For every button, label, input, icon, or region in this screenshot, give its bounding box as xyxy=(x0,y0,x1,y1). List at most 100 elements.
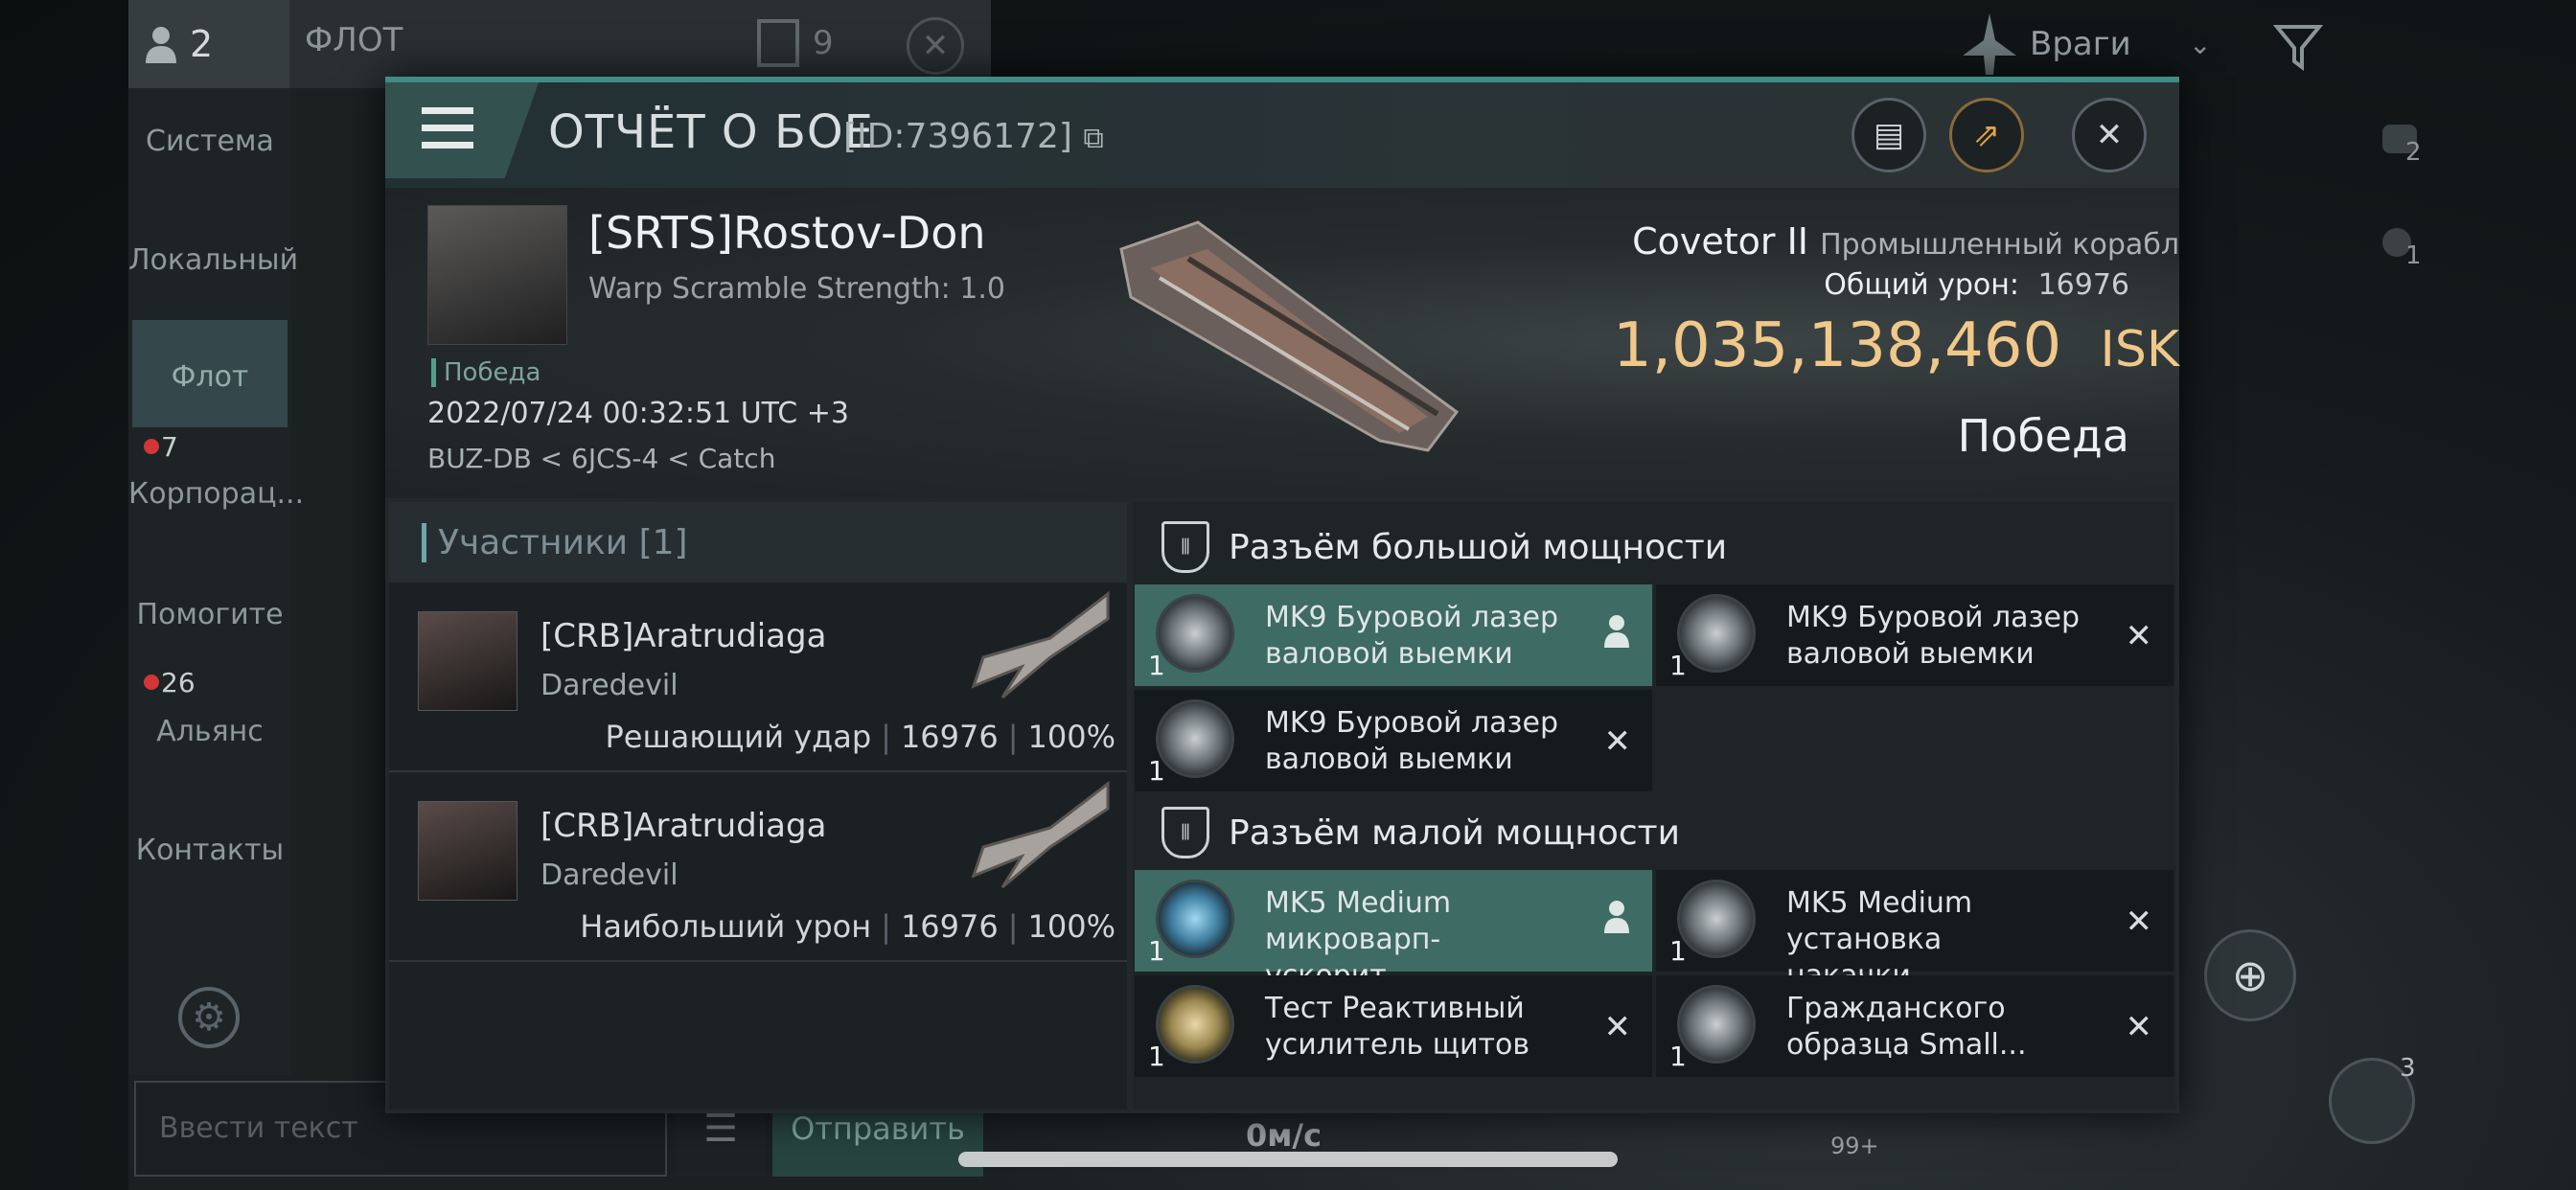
channel-alliance[interactable]: Альянс xyxy=(128,715,291,748)
module-quantity: 1 xyxy=(1148,1041,1165,1072)
document-icon xyxy=(757,19,799,67)
ship-name[interactable]: Covetor II xyxy=(1632,220,1808,263)
shield-extender-icon xyxy=(1677,985,1756,1064)
participant-percent: 100% xyxy=(1027,908,1116,945)
unread-dot xyxy=(144,675,159,690)
chevron-down-icon[interactable]: ⌄ xyxy=(2189,29,2211,60)
channel-local[interactable]: Локальный xyxy=(128,243,298,277)
channel-contacts[interactable]: Контакты xyxy=(128,834,291,867)
victim-portrait[interactable] xyxy=(427,205,567,345)
isk-value: 1,035,138,460 ISK xyxy=(1613,310,2179,381)
module-slot[interactable]: 1 MK5 Medium установка накачки... ✕ xyxy=(1656,870,2174,993)
ship-icon xyxy=(1961,11,2018,79)
module-slot[interactable]: 1 MK5 Medium микроварп-ускорит.... xyxy=(1135,870,1652,993)
total-damage-value: 16976 xyxy=(2037,268,2129,302)
channel-corporation[interactable]: Корпорац... xyxy=(128,477,304,511)
participant-percent: 100% xyxy=(1027,719,1116,755)
report-id[interactable]: [ID:7396172] ⧉ xyxy=(843,117,1104,156)
daredevil-ship-icon xyxy=(964,780,1117,895)
settings-gear-icon[interactable]: ⚙ xyxy=(178,987,240,1048)
participant-portrait[interactable] xyxy=(418,611,518,711)
fleet-members[interactable]: 9 xyxy=(757,19,834,67)
low-slot-header: ⫴ Разъём малой мощности xyxy=(1133,793,1680,872)
close-icon[interactable]: ✕ xyxy=(2072,98,2147,172)
report-id-text: [ID:7396172] xyxy=(843,117,1072,156)
high-slot-title: Разъём большой мощности xyxy=(1229,527,1728,567)
destroyed-x-icon: ✕ xyxy=(1603,1008,1632,1046)
participant-name[interactable]: [CRB]Aratrudiaga xyxy=(540,617,826,655)
dropped-person-icon xyxy=(1602,899,1631,937)
total-damage-label: Общий урон: xyxy=(1824,268,2020,302)
module-quantity: 1 xyxy=(1148,650,1165,681)
module-slot[interactable]: 1 Тест Реактивный усилитель щитов ✕ xyxy=(1135,975,1652,1077)
fleet-label: ФЛОТ xyxy=(305,21,403,59)
fleet-count-box[interactable]: 2 xyxy=(128,0,289,88)
participant-stats: Наибольший урон | 16976 | 100% xyxy=(580,908,1116,945)
participant-ship: Daredevil xyxy=(540,669,678,702)
daredevil-ship-icon xyxy=(964,590,1117,705)
module-quantity: 1 xyxy=(1148,935,1165,967)
destroyed-x-icon: ✕ xyxy=(1603,722,1632,761)
mining-laser-icon xyxy=(1677,594,1756,673)
channel-help[interactable]: Помогите xyxy=(128,598,291,631)
corp-badge: 7 xyxy=(161,431,178,463)
participants-title: Участники [1] xyxy=(422,523,688,562)
participant-row[interactable]: [CRB]Aratrudiaga Daredevil Решающий удар… xyxy=(389,584,1127,772)
module-name: Тест Реактивный усилитель щитов xyxy=(1265,992,1530,1062)
channel-system[interactable]: Система xyxy=(128,125,291,158)
warp-scramble-strength: Warp Scramble Strength: 1.0 xyxy=(588,272,1006,306)
participant-role: Наибольший урон xyxy=(580,908,872,945)
participant-row[interactable]: [CRB]Aratrudiaga Daredevil Наибольший ур… xyxy=(389,774,1127,962)
channel-list xyxy=(128,88,291,1075)
hamburger-icon xyxy=(422,107,473,159)
mining-laser-icon xyxy=(1156,594,1234,673)
enemies-filter-label[interactable]: Враги xyxy=(2030,25,2131,63)
high-slot-header: ⫴ Разъём большой мощности xyxy=(1133,508,1727,586)
isk-unit: ISK xyxy=(2100,321,2179,378)
module-slot[interactable]: 1 MK9 Буровой лазер валовой выемки ✕ xyxy=(1135,690,1652,791)
filter-icon[interactable] xyxy=(2271,19,2325,73)
battle-result: Победа xyxy=(1957,410,2129,462)
module-slot[interactable]: 1 MK9 Буровой лазер валовой выемки ✕ xyxy=(1656,584,2174,686)
cargo-count: 99+ xyxy=(1830,1133,1879,1159)
low-slot-icon: ⫴ xyxy=(1162,807,1209,858)
kill-date: 2022/07/24 00:32:51 UTC +3 xyxy=(427,397,849,430)
overview-count: 2 xyxy=(2405,138,2422,167)
fleet-count: 2 xyxy=(190,23,214,65)
module-quantity: 1 xyxy=(1669,1041,1687,1072)
participant-name[interactable]: [CRB]Aratrudiaga xyxy=(540,807,826,845)
shield-extender-icon xyxy=(1677,880,1756,958)
low-slot-title: Разъём малой мощности xyxy=(1229,812,1681,853)
person-icon xyxy=(146,27,176,63)
module-name: MK9 Буровой лазер валовой выемки xyxy=(1786,601,2080,671)
speed-readout: 0м/с xyxy=(1246,1117,1322,1154)
ship-info: Covetor II Промышленный корабл xyxy=(1632,220,2179,263)
chat-close-icon[interactable]: ✕ xyxy=(907,17,964,75)
participants-count: [1] xyxy=(638,523,688,562)
module-quantity: 1 xyxy=(1669,935,1687,967)
module-name: MK9 Буровой лазер валовой выемки xyxy=(1265,706,1558,776)
victim-name[interactable]: [SRTS]Rostov-Don xyxy=(588,207,986,259)
turret-count: 3 xyxy=(2400,1054,2416,1083)
participant-stats: Решающий удар | 16976 | 100% xyxy=(605,719,1116,755)
add-module-icon[interactable]: ⊕ xyxy=(2204,929,2296,1021)
participant-ship: Daredevil xyxy=(540,858,678,892)
kill-location: BUZ-DB < 6JCS-4 < Catch xyxy=(427,443,776,474)
participant-damage: 16976 xyxy=(900,719,999,755)
participant-portrait[interactable] xyxy=(418,801,518,901)
participant-damage: 16976 xyxy=(900,908,999,945)
home-indicator[interactable] xyxy=(958,1152,1618,1167)
clipboard-icon[interactable]: ▤ xyxy=(1852,98,1926,172)
participants-title-text: Участники xyxy=(438,523,629,562)
isk-amount: 1,035,138,460 xyxy=(1612,310,2062,381)
module-slot[interactable]: 1 Гражданского образца Small... ✕ xyxy=(1656,975,2174,1077)
channel-fleet[interactable]: Флот xyxy=(128,360,291,394)
high-slot-icon: ⫴ xyxy=(1162,521,1209,573)
module-name: MK9 Буровой лазер валовой выемки xyxy=(1265,601,1558,671)
module-slot[interactable]: 1 MK9 Буровой лазер валовой выемки xyxy=(1135,584,1652,686)
probe-count: 1 xyxy=(2405,241,2422,270)
microwarpdrive-icon xyxy=(1156,880,1234,958)
copy-icon[interactable]: ⧉ xyxy=(1083,122,1103,155)
dropped-person-icon xyxy=(1602,613,1631,652)
share-icon[interactable]: ⇗ xyxy=(1949,98,2024,172)
